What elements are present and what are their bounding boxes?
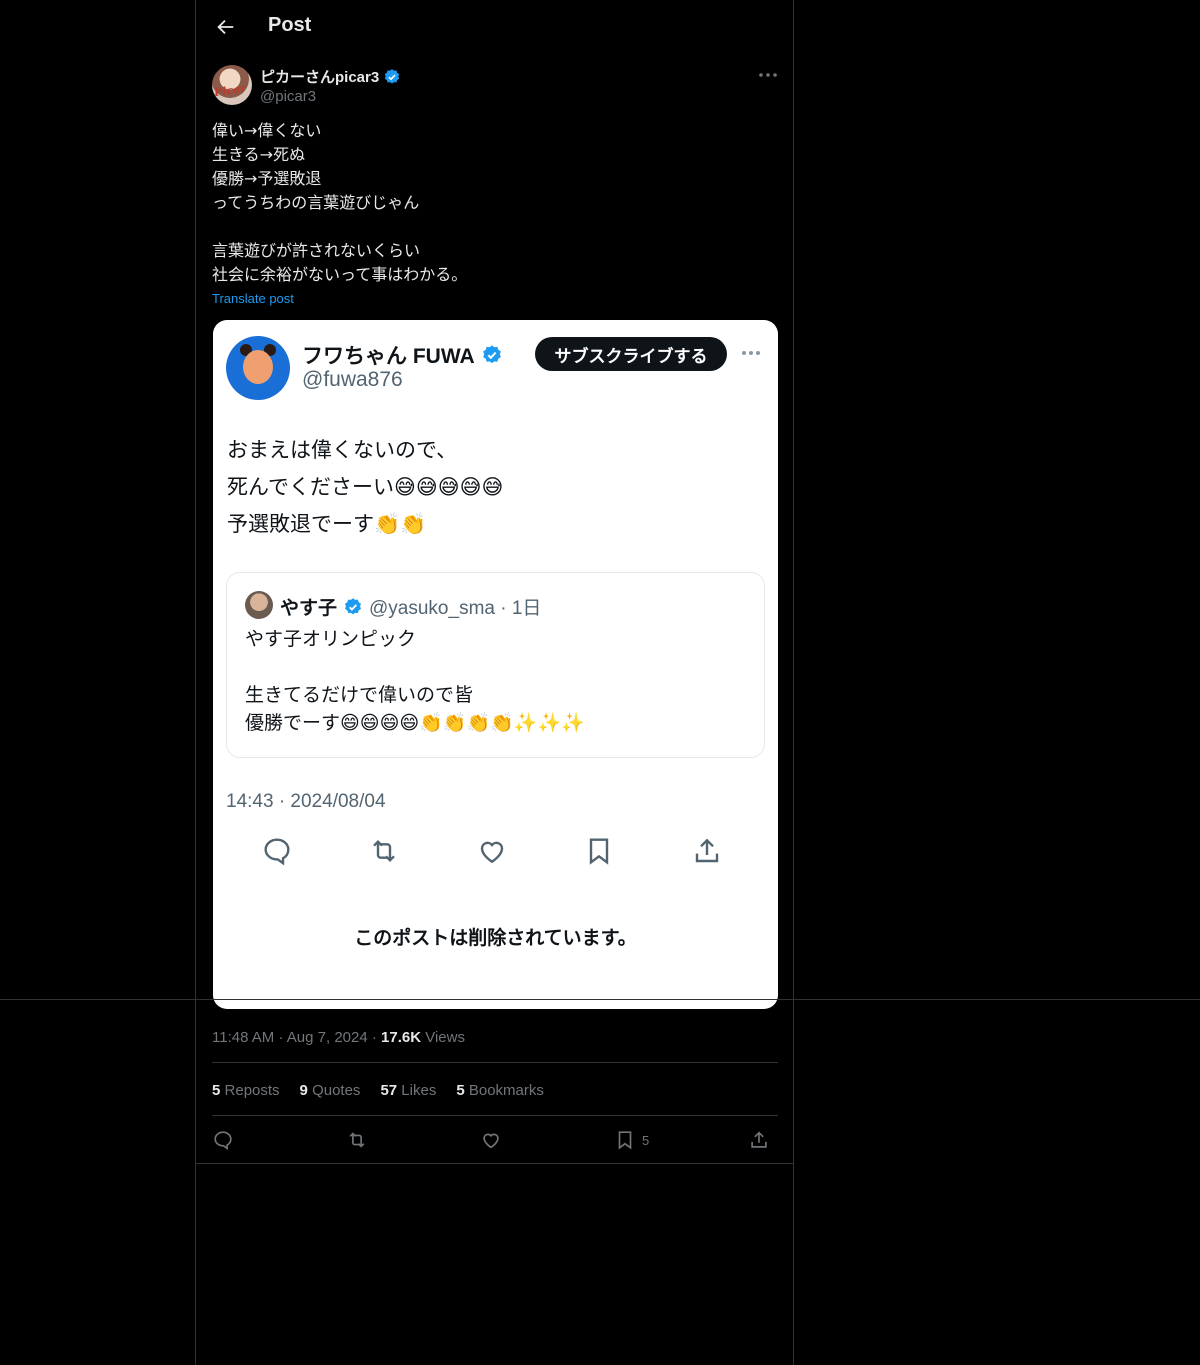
tweet-line: 生きる→死ぬ <box>212 145 306 164</box>
reply-icon <box>264 838 290 866</box>
deleted-notice: このポストは削除されています。 <box>354 928 637 949</box>
quote-text: やす子オリンピック 生きてるだけで偉いので皆 優勝でーす😄😄😄😄👏👏👏👏✨✨✨ <box>245 625 745 737</box>
like-icon <box>483 1133 499 1149</box>
verified-badge-icon <box>482 345 501 364</box>
subscribe-button: サブスクライブする <box>535 337 727 371</box>
avatar-logo-text: Picar <box>213 81 247 100</box>
card-author-handle: @fuwa876 <box>302 368 403 391</box>
stat-likes[interactable]: 57 Likes <box>380 1082 436 1099</box>
repost-icon <box>349 1132 365 1148</box>
post-time[interactable]: 11:48 AM <box>212 1029 274 1046</box>
post-meta: 11:48 AM · Aug 7, 2024 · 17.6K Views <box>212 1029 465 1046</box>
author-handle[interactable]: @picar3 <box>260 88 316 105</box>
more-options-icon[interactable] <box>756 66 780 84</box>
quote-author-name: やす子 <box>280 598 338 619</box>
tweet-line: 偉い→偉くない <box>212 121 322 140</box>
card-action-bar <box>261 835 731 869</box>
repost-icon <box>373 839 395 863</box>
card-author-name-row: フワちゃん FUWA <box>302 340 503 370</box>
divider <box>196 1163 793 1164</box>
translate-post-link[interactable]: Translate post <box>212 291 294 306</box>
like-button[interactable] <box>480 1127 502 1153</box>
back-arrow-icon[interactable] <box>214 16 236 38</box>
quote-header: やす子 @yasuko_sma · 1日 <box>280 593 541 620</box>
tweet-line: 優勝→予選敗退 <box>212 169 322 188</box>
bookmark-button[interactable]: 5 <box>614 1127 649 1153</box>
verified-badge-icon <box>345 597 362 614</box>
divider <box>212 1115 778 1116</box>
meta-separator: · <box>371 1029 382 1046</box>
action-bar: 5 <box>212 1127 778 1155</box>
stat-quotes[interactable]: 9 Quotes <box>300 1082 361 1099</box>
more-options-icon <box>742 351 760 355</box>
card-avatar <box>226 336 290 400</box>
verified-badge-icon <box>385 68 400 84</box>
bookmark-icon <box>589 838 609 865</box>
share-icon <box>695 838 719 863</box>
views-label: Views <box>425 1029 465 1046</box>
post-column: Post Picar ピカーさんpicar3 @picar3 偉い→偉くない 生… <box>195 0 794 1365</box>
tweet-line: ってうちわの言葉遊びじゃん <box>212 193 420 212</box>
page-title: Post <box>268 14 312 36</box>
quote-line: 優勝でーす😄😄😄😄👏👏👏👏✨✨✨ <box>245 712 585 734</box>
quote-meta: @yasuko_sma · 1日 <box>369 598 542 619</box>
quote-line <box>245 653 745 681</box>
tweet-line: 社会に余裕がないって事はわかる。 <box>212 265 468 284</box>
repost-button[interactable] <box>346 1127 368 1153</box>
share-button[interactable] <box>748 1127 770 1153</box>
tweet-text: 偉い→偉くない 生きる→死ぬ 優勝→予選敗退 ってうちわの言葉遊びじゃん 言葉遊… <box>212 119 772 287</box>
card-line: 死んでくださーい😅😅😅😅😅 <box>227 475 504 499</box>
reply-icon <box>214 1131 232 1150</box>
viewport-fold-line <box>0 999 1200 1000</box>
card-text: おまえは偉くないので、 死んでくださーい😅😅😅😅😅 予選敗退でーす👏👏 <box>227 432 767 543</box>
like-icon <box>480 841 504 864</box>
meta-separator: · <box>278 1029 287 1046</box>
quote-line: やす子オリンピック <box>245 628 417 650</box>
quote-avatar <box>245 591 273 619</box>
share-icon <box>751 1131 767 1148</box>
author-name[interactable]: ピカーさんpicar3 <box>260 66 379 87</box>
stat-bookmarks[interactable]: 5 Bookmarks <box>456 1082 544 1099</box>
avatar-face <box>243 350 273 384</box>
reply-button[interactable] <box>212 1127 234 1153</box>
author-avatar[interactable]: Picar <box>212 65 252 105</box>
divider <box>212 1062 778 1063</box>
tweet-line <box>212 215 772 239</box>
attached-screenshot[interactable]: フワちゃん FUWA @fuwa876 サブスクライブする おまえは偉くないので… <box>213 320 778 1009</box>
quoted-post: やす子 @yasuko_sma · 1日 やす子オリンピック 生きてるだけで偉い… <box>226 572 765 758</box>
card-timestamp: 14:43 · 2024/08/04 <box>226 791 386 812</box>
bookmark-count: 5 <box>642 1132 650 1148</box>
card-line: 予選敗退でーす👏👏 <box>227 512 427 536</box>
card-author-name: フワちゃん FUWA <box>302 345 475 368</box>
tweet-line: 言葉遊びが許されないくらい <box>212 241 421 260</box>
post-date[interactable]: Aug 7, 2024 <box>287 1029 368 1046</box>
bookmark-icon <box>618 1131 632 1150</box>
header: Post <box>196 0 793 53</box>
views-count: 17.6K <box>381 1029 422 1046</box>
engagement-stats: 5 Reposts 9 Quotes 57 Likes 5 Bookmarks <box>212 1082 544 1099</box>
card-line: おまえは偉くないので、 <box>227 438 458 462</box>
quote-line: 生きてるだけで偉いので皆 <box>245 684 474 706</box>
stat-reposts[interactable]: 5 Reposts <box>212 1082 280 1099</box>
author-name-row[interactable]: ピカーさんpicar3 <box>260 66 401 87</box>
